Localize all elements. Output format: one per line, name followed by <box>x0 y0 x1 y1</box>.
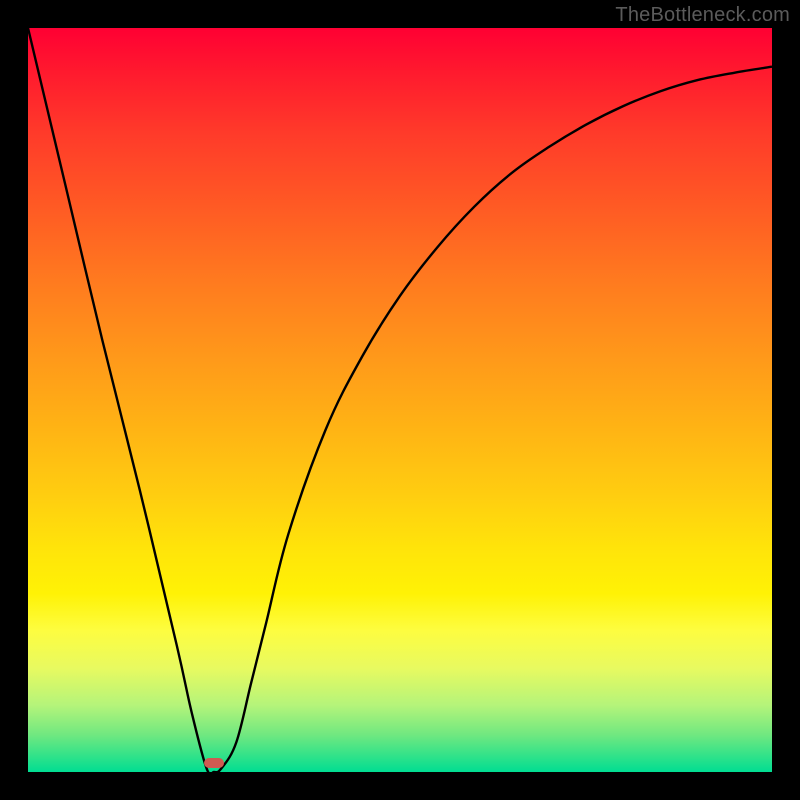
chart-frame: TheBottleneck.com <box>0 0 800 800</box>
curve-svg <box>28 28 772 772</box>
optimal-marker <box>204 758 224 768</box>
watermark-text: TheBottleneck.com <box>615 4 790 27</box>
bottleneck-curve <box>28 28 772 772</box>
plot-area <box>28 28 772 772</box>
